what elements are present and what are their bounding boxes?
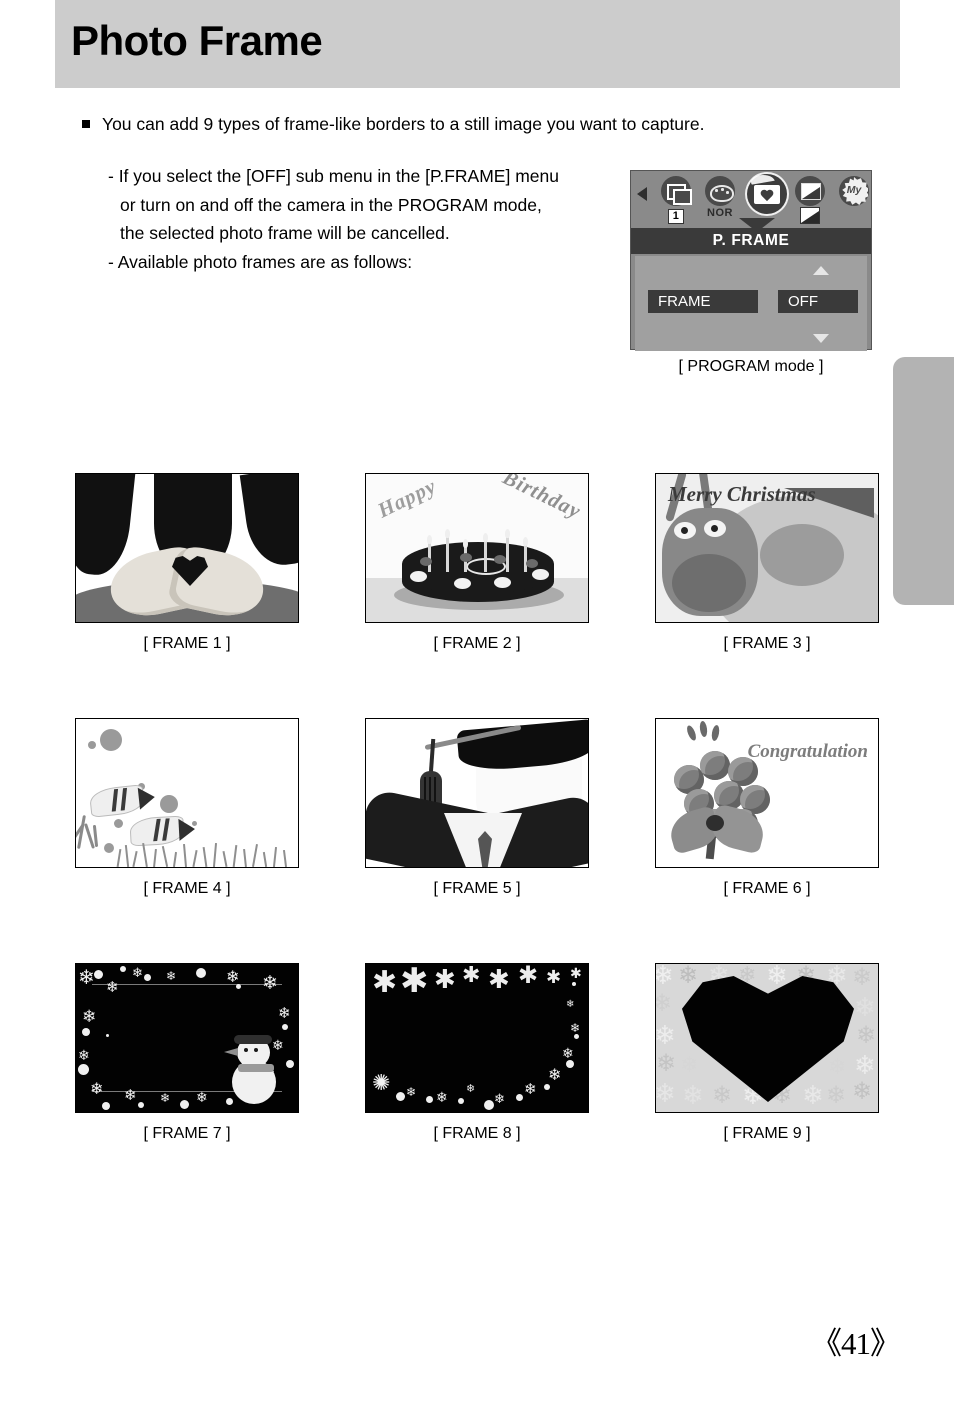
frame-caption-4: [ FRAME 4 ] (143, 880, 231, 897)
lcd-caption: [ PROGRAM mode ] (678, 358, 824, 375)
lcd-icon-bar: 1 NOR My (631, 171, 871, 232)
section-side-tab (893, 357, 954, 605)
frame-caption-6: [ FRAME 6 ] (723, 880, 811, 897)
frame-caption-2: [ FRAME 2 ] (433, 635, 521, 652)
color-palette-label: NOR (707, 207, 733, 219)
frame-caption-9: [ FRAME 9 ] (723, 1125, 811, 1142)
frame-thumbnail-4 (75, 718, 299, 868)
scroll-up-arrow-icon[interactable] (813, 266, 829, 275)
scroll-down-arrow-icon[interactable] (813, 334, 829, 343)
image-effect-sub-icon (800, 207, 820, 224)
my-setting-label: My (846, 184, 862, 196)
frame-cell-1: [ FRAME 1 ] (75, 473, 299, 653)
frame-caption-1: [ FRAME 1 ] (143, 635, 231, 652)
frame-thumbnail-2: Happy Birthday (365, 473, 589, 623)
frame-thumbnail-7: ❄ ❄ ❄ ❄ ❄ ❄ ❄ ❄ ❄ ❄ ❄ ❄ ❄ ❄ ❄ (75, 963, 299, 1113)
image-effect-icon (795, 176, 825, 206)
lcd-icon-my-setting[interactable]: My (837, 176, 871, 206)
menu-item-frame[interactable]: FRAME (648, 290, 758, 313)
camera-lcd-illustration: 1 NOR My P. FRAME FRAME OFF (630, 170, 872, 351)
frame6-text-congratulation: Congratulation (747, 741, 868, 762)
camera-lcd-screen: 1 NOR My P. FRAME FRAME OFF (630, 170, 872, 351)
color-palette-icon (705, 176, 735, 206)
nav-left-arrow-icon[interactable] (637, 187, 647, 201)
continuous-shot-label: 1 (659, 206, 693, 224)
description-line-2: or turn on and off the camera in the PRO… (120, 194, 542, 215)
frame-cell-3: Merry Christmas [ FRAME 3 ] (655, 473, 879, 653)
frame2-text-birthday: Birthday (499, 473, 586, 524)
continuous-shot-icon (661, 176, 692, 206)
description-line-4: - Available photo frames are as follows: (108, 251, 413, 272)
frame-cell-5: [ FRAME 5 ] (365, 718, 589, 898)
menu-value-frame-state[interactable]: OFF (778, 290, 858, 313)
frame-cell-7: ❄ ❄ ❄ ❄ ❄ ❄ ❄ ❄ ❄ ❄ ❄ ❄ ❄ ❄ ❄ (75, 963, 299, 1143)
lcd-icon-image-effect[interactable] (793, 176, 827, 224)
page-title: Photo Frame (71, 17, 323, 64)
lcd-menu-title: P. FRAME (631, 228, 871, 254)
frame-caption-7: [ FRAME 7 ] (143, 1125, 231, 1142)
frame-thumbnail-5 (365, 718, 589, 868)
page-number: 《41》 (811, 1326, 901, 1361)
frame-thumbnail-1 (75, 473, 299, 623)
lcd-icon-color-palette[interactable]: NOR (703, 176, 737, 220)
lcd-menu-body: FRAME OFF (635, 256, 867, 351)
frame-caption-5: [ FRAME 5 ] (433, 880, 521, 897)
intro-bullet-text: You can add 9 types of frame-like border… (102, 114, 705, 134)
photo-frame-icon (747, 174, 787, 214)
lcd-icon-photo-frame[interactable] (747, 174, 787, 216)
frame-thumbnail-9: ❄ ❄ ❄ ❄ ❄ ❄ ❄ ❄ ❄ ❄ ❄ ❄ ❄ ❄ ❄ ❄ ❄ ❄ ❄ ❄ … (655, 963, 879, 1113)
frame3-text-merry-christmas: Merry Christmas (668, 482, 816, 506)
intro-bullet-row: You can add 9 types of frame-like border… (82, 112, 842, 136)
frame-cell-6: Congratulation [ FRAME 6 ] (655, 718, 879, 898)
lcd-icon-continuous-shot[interactable]: 1 (659, 176, 693, 224)
frame-cell-4: [ FRAME 4 ] (75, 718, 299, 898)
description-line-3: the selected photo frame will be cancell… (120, 223, 450, 243)
frame-cell-2: Happy Birthday [ FRAME 2 ] (365, 473, 589, 653)
frame-cell-8: ✱ ✱ ✱ ✱ ✱ ✱ ✱ ✱ ✺ ❄ ❄ ❄ ❄ ❄ ❄ ❄ ❄ ❄ [FR… (365, 963, 589, 1143)
page-header-band: Photo Frame (55, 0, 900, 88)
frame-thumbnail-3: Merry Christmas (655, 473, 879, 623)
frame-caption-8: [ FRAME 8 ] (433, 1125, 521, 1142)
frame2-text-happy: Happy (373, 473, 441, 523)
frame-thumbnail-6: Congratulation (655, 718, 879, 868)
description-block: - If you select the [OFF] sub menu in th… (108, 162, 608, 276)
frame-cell-9: ❄ ❄ ❄ ❄ ❄ ❄ ❄ ❄ ❄ ❄ ❄ ❄ ❄ ❄ ❄ ❄ ❄ ❄ ❄ ❄ … (655, 963, 879, 1143)
bullet-square-icon (82, 120, 90, 128)
description-line-1: - If you select the [OFF] sub menu in th… (108, 166, 559, 186)
frame-caption-3: [ FRAME 3 ] (723, 635, 811, 652)
my-setting-star-icon: My (839, 176, 869, 206)
frame-thumbnail-8: ✱ ✱ ✱ ✱ ✱ ✱ ✱ ✱ ✺ ❄ ❄ ❄ ❄ ❄ ❄ ❄ ❄ ❄ (365, 963, 589, 1113)
